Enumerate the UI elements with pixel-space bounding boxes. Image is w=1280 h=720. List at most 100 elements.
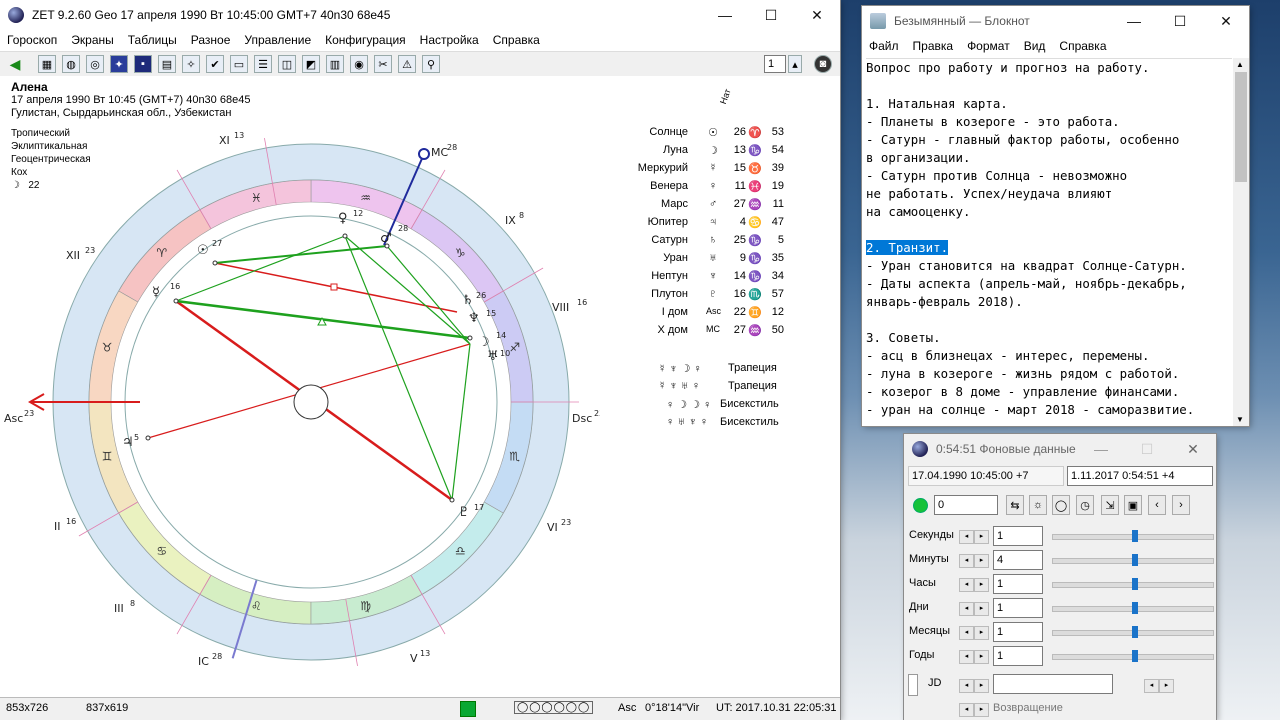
notepad-minimize-button[interactable]: — — [1111, 6, 1157, 36]
step-spin[interactable]: ◂ ▸ — [959, 578, 989, 592]
step-value-field[interactable]: 1 — [993, 646, 1043, 666]
jd-field[interactable] — [993, 674, 1113, 694]
step-slider[interactable] — [1052, 530, 1214, 542]
planet-position-table: Солнце ☉ 26 ♈ 53 Луна ☽ 13 ♑ 54 Меркурий ☿ 15 ♉ 39 Вене… — [606, 126, 806, 346]
step-slider[interactable] — [1052, 650, 1214, 662]
tools-icon[interactable]: ✂ — [374, 55, 392, 73]
menu-screens[interactable]: Экраны — [64, 30, 120, 50]
menu-notepad-help[interactable]: Справка — [1052, 36, 1113, 56]
bg-minimize-button[interactable]: — — [1078, 434, 1124, 464]
step-slider[interactable] — [1052, 602, 1214, 614]
reverse-icon[interactable]: ⇆ — [1006, 495, 1024, 515]
jd-checkbox[interactable] — [908, 674, 918, 696]
step-value-field[interactable]: 1 — [993, 622, 1043, 642]
slider-thumb[interactable] — [1131, 530, 1138, 542]
zodiac-sign-icon: ♑ — [455, 246, 466, 260]
menu-misc[interactable]: Разное — [184, 30, 238, 50]
slider-thumb[interactable] — [1131, 578, 1138, 590]
menu-format[interactable]: Формат — [960, 36, 1017, 56]
globe-icon[interactable]: ◍ — [62, 55, 80, 73]
next-icon[interactable]: › — [1172, 495, 1190, 515]
step-slider[interactable] — [1052, 626, 1214, 638]
grid-icon[interactable]: ▤ — [158, 55, 176, 73]
earth-center-icon — [293, 384, 329, 420]
circle-icon[interactable]: ◯ — [1052, 495, 1070, 515]
save-icon[interactable]: ▣ — [1124, 495, 1142, 515]
planet-degrees: 27 — [733, 324, 746, 336]
step-value-field[interactable]: 1 — [993, 598, 1043, 618]
bg-maximize-button[interactable]: ☐ — [1124, 434, 1170, 464]
menu-file[interactable]: Файл — [862, 36, 906, 56]
menu-edit[interactable]: Правка — [906, 36, 961, 56]
prev-icon[interactable]: ‹ — [1148, 495, 1166, 515]
export-icon[interactable]: ⇲ — [1101, 495, 1119, 515]
scroll-up-icon[interactable]: ▲ — [1236, 60, 1244, 69]
run-indicator-icon[interactable] — [913, 498, 928, 513]
notepad-line: - уран на солнце - март 2018 - саморазви… — [866, 402, 1195, 417]
step-field[interactable]: 0 — [934, 495, 998, 515]
zodiac-sign-icon: ♉ — [102, 340, 113, 354]
back-arrow-icon[interactable]: ◀ — [6, 55, 24, 73]
power-icon[interactable]: ◙ — [814, 55, 832, 73]
aspect-planet-glyphs: ♀ ♅ ♆ ♀ — [666, 416, 709, 428]
counter-spin-button[interactable]: ▴ — [788, 55, 802, 73]
menu-tables[interactable]: Таблицы — [121, 30, 184, 50]
menu-configuration[interactable]: Конфигурация — [318, 30, 413, 50]
step-value-field[interactable]: 4 — [993, 550, 1043, 570]
close-button[interactable]: ✕ — [794, 0, 840, 30]
map-icon[interactable]: ◩ — [302, 55, 320, 73]
step-spin[interactable]: ◂ ▸ — [959, 602, 989, 616]
eye-icon[interactable]: ◉ — [350, 55, 368, 73]
step-spin[interactable]: ◂ ▸ — [959, 650, 989, 664]
scroll-thumb[interactable] — [1235, 72, 1247, 182]
scroll-down-icon[interactable]: ▼ — [1236, 415, 1244, 424]
step-value-field[interactable]: 1 — [993, 526, 1043, 546]
notepad-maximize-button[interactable]: ☐ — [1157, 6, 1203, 36]
notepad-line: не работать. Успех/неудача влияют — [866, 186, 1113, 201]
menu-settings[interactable]: Настройка — [413, 30, 486, 50]
step-spin[interactable]: ◂ ▸ — [959, 530, 989, 544]
notepad-line: 3. Советы. — [866, 330, 941, 345]
step-slider[interactable] — [1052, 554, 1214, 566]
notepad-close-button[interactable]: ✕ — [1203, 6, 1249, 36]
planet-icon[interactable]: ✦ — [110, 55, 128, 73]
clock-icon[interactable]: ◷ — [1076, 495, 1094, 515]
minimize-button[interactable]: — — [702, 0, 748, 30]
transit-datetime[interactable]: 1.11.2017 0:54:51 +4 — [1067, 466, 1213, 486]
slider-thumb[interactable] — [1131, 554, 1138, 566]
stars-icon[interactable]: ✧ — [182, 55, 200, 73]
slider-thumb[interactable] — [1131, 626, 1138, 638]
slider-thumb[interactable] — [1131, 602, 1138, 614]
slider-thumb[interactable] — [1131, 650, 1138, 662]
planet-row: Солнце ☉ 26 ♈ 53 — [606, 126, 806, 144]
warning-icon[interactable]: ⚠ — [398, 55, 416, 73]
jd-spin[interactable]: ◂ ▸ — [959, 679, 989, 693]
menu-control[interactable]: Управление — [237, 30, 318, 50]
step-slider[interactable] — [1052, 578, 1214, 590]
list-icon[interactable]: ☰ — [254, 55, 272, 73]
notepad-line: Вопрос про работу и прогноз на работу. — [866, 60, 1150, 75]
counter-field[interactable]: 1 — [764, 55, 786, 73]
menu-help[interactable]: Справка — [486, 30, 547, 50]
calendar-icon[interactable]: ▥ — [326, 55, 344, 73]
sky-icon[interactable]: ▪ — [134, 55, 152, 73]
step-value-field[interactable]: 1 — [993, 574, 1043, 594]
wheel-icon[interactable]: ◎ — [86, 55, 104, 73]
notepad-text-area[interactable]: Вопрос про работу и прогноз на работу. 1.… — [866, 58, 1232, 423]
step-spin[interactable]: ◂ ▸ — [959, 626, 989, 640]
chart-small-icon[interactable]: ◫ — [278, 55, 296, 73]
aspect-icon[interactable]: ✔ — [206, 55, 224, 73]
table-icon[interactable]: ▦ — [38, 55, 56, 73]
jd-spin-right[interactable]: ◂ ▸ — [1144, 679, 1174, 693]
return-spin[interactable]: ◂ ▸ — [959, 703, 989, 717]
bg-close-button[interactable]: ✕ — [1170, 434, 1216, 464]
sun-small-icon[interactable]: ☼ — [1029, 495, 1047, 515]
notepad-scrollbar[interactable]: ▲ ▼ — [1233, 58, 1249, 426]
status-mode-icons[interactable]: ◯◯◯◯◯◯ — [514, 701, 594, 714]
step-spin[interactable]: ◂ ▸ — [959, 554, 989, 568]
menu-horoscope[interactable]: Гороскоп — [0, 30, 64, 50]
person-icon[interactable]: ⚲ — [422, 55, 440, 73]
document-icon[interactable]: ▭ — [230, 55, 248, 73]
maximize-button[interactable]: ☐ — [748, 0, 794, 30]
menu-view[interactable]: Вид — [1017, 36, 1053, 56]
